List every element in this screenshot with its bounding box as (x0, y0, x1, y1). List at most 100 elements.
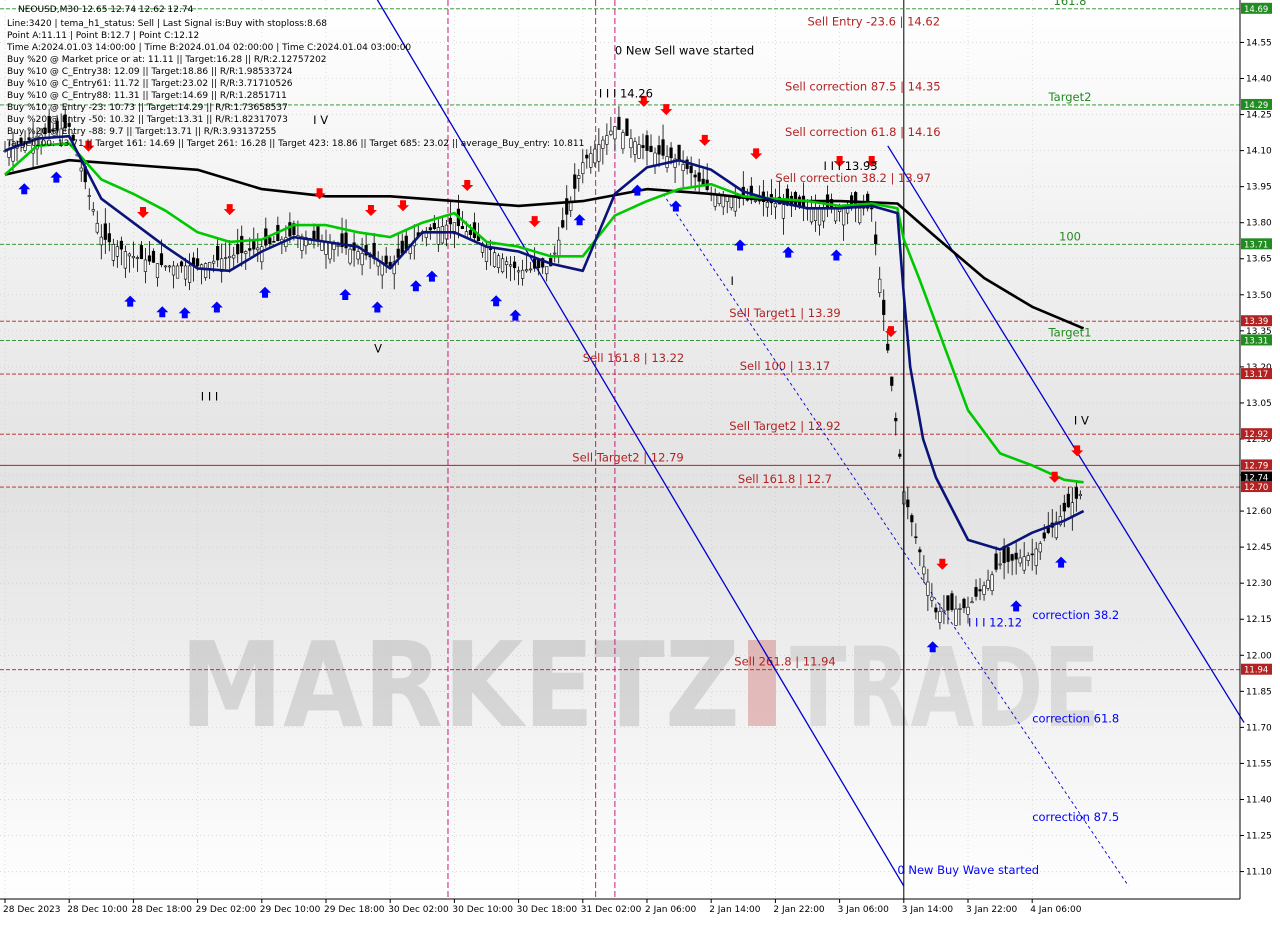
level-label: 161.8 (1054, 0, 1087, 8)
candle-body (212, 260, 216, 264)
candle-body (127, 253, 131, 257)
candle-body (669, 147, 673, 159)
price-badge-label: 11.94 (1244, 666, 1268, 676)
candle-body (1010, 554, 1014, 561)
candle-body (910, 515, 914, 523)
candle-body (151, 250, 156, 263)
time-tick-label: 29 Dec 10:00 (260, 905, 321, 915)
candle-body (886, 343, 890, 351)
candle-body (252, 240, 256, 250)
price-tick-label: 13.80 (1246, 219, 1272, 229)
candle-body (721, 195, 725, 208)
time-tick-label: 2 Jan 06:00 (645, 905, 697, 915)
time-tick-label: 28 Dec 10:00 (67, 905, 128, 915)
candle-body (613, 126, 617, 140)
time-axis: 28 Dec 2023 28 Dec 10:00 28 Dec 18:00 29 De… (3, 899, 1082, 915)
candle-body (946, 595, 950, 611)
candle-body (653, 152, 657, 166)
price-badge-label: 14.29 (1244, 101, 1268, 111)
price-tick-label: 11.10 (1246, 868, 1272, 878)
candle-body (637, 144, 641, 159)
info-line: Buy %10 @ C_Entry61: 11.72 || Target:23.… (7, 79, 293, 89)
candle-body (99, 236, 103, 246)
watermark-red-block (748, 640, 776, 726)
price-tick-label: 12.45 (1246, 543, 1272, 553)
candle-body (938, 611, 942, 623)
candle-body (488, 248, 493, 251)
candle-body (216, 245, 220, 261)
candle-body (248, 248, 252, 251)
candle-body (1070, 502, 1074, 517)
info-line: Time A:2024.01.03 14:00:00 | Time B:2024… (6, 43, 411, 53)
candle-body (982, 585, 986, 595)
candle-body (87, 195, 91, 197)
price-tick-label: 11.40 (1246, 795, 1272, 805)
candle-body (384, 255, 388, 265)
candle-body (496, 255, 501, 269)
level-label: Target2 (1048, 90, 1092, 104)
price-badge-label: 13.71 (1244, 240, 1268, 250)
candle-body (504, 261, 509, 265)
candle-body (765, 201, 769, 208)
level-label: Sell Target2 | 12.92 (729, 419, 840, 433)
candle-body (332, 244, 336, 250)
price-tick-label: 11.25 (1246, 832, 1272, 842)
price-axis: 14.55 14.40 14.25 14.10 13.95 13.80 13.65 13.50… (1240, 2, 1272, 878)
level-label: 100 (1059, 229, 1081, 243)
candle-body (878, 278, 882, 293)
candle-body (733, 197, 737, 212)
candle-body (597, 144, 601, 162)
candle-body (934, 607, 938, 613)
candle-body (171, 265, 176, 276)
candle-body (930, 596, 934, 601)
candle-body (898, 453, 902, 457)
candle-body (107, 233, 111, 243)
candle-body (890, 376, 894, 386)
candle-body (954, 608, 958, 626)
time-tick-label: 29 Dec 02:00 (196, 905, 257, 915)
candle-body (244, 251, 248, 254)
candle-body (581, 162, 585, 175)
candle-body (312, 230, 316, 240)
time-tick-label: 29 Dec 18:00 (324, 905, 385, 915)
candle-body (179, 261, 184, 267)
time-tick-label: 3 Jan 14:00 (902, 905, 954, 915)
candle-body (821, 207, 826, 222)
candle-body (147, 255, 152, 262)
candle-body (1006, 547, 1010, 562)
candle-body (978, 589, 982, 592)
candle-body (516, 270, 521, 273)
candle-body (288, 222, 292, 237)
candle-body (966, 606, 970, 615)
candle-body (512, 261, 517, 269)
price-tick-label: 13.05 (1246, 399, 1272, 409)
candle-body (175, 265, 180, 279)
candle-body (593, 148, 597, 164)
candle-body (950, 593, 954, 610)
candle-body (260, 246, 264, 263)
candle-body (1046, 527, 1050, 534)
candle-body (508, 264, 513, 267)
candle-body (561, 220, 565, 228)
candle-body (143, 259, 148, 272)
price-tick-label: 12.00 (1246, 651, 1272, 661)
candle-body (484, 246, 489, 262)
candle-body (432, 222, 436, 230)
info-line: Buy %20 @ Market price or at: 11.11 || T… (7, 55, 327, 65)
chart-annotation: V (374, 341, 382, 355)
price-badge-label: 14.69 (1244, 5, 1268, 15)
candle-body (428, 227, 432, 231)
candle-body (324, 241, 328, 255)
price-tick-label: 11.85 (1246, 687, 1272, 697)
candle-body (1022, 556, 1026, 571)
info-line: Line:3420 | tema_h1_status: Sell | Last … (7, 19, 327, 29)
time-tick-label: 3 Jan 06:00 (838, 905, 890, 915)
candle-body (529, 268, 533, 271)
candle-body (986, 579, 990, 589)
info-line: Buy %10 @ Entry -23: 10.73 || Target:14.… (7, 103, 288, 113)
time-tick-label: 28 Dec 2023 (3, 905, 61, 915)
candle-body (500, 258, 505, 273)
candle-body (232, 254, 236, 259)
candle-body (557, 239, 561, 257)
candle-body (1078, 493, 1082, 496)
